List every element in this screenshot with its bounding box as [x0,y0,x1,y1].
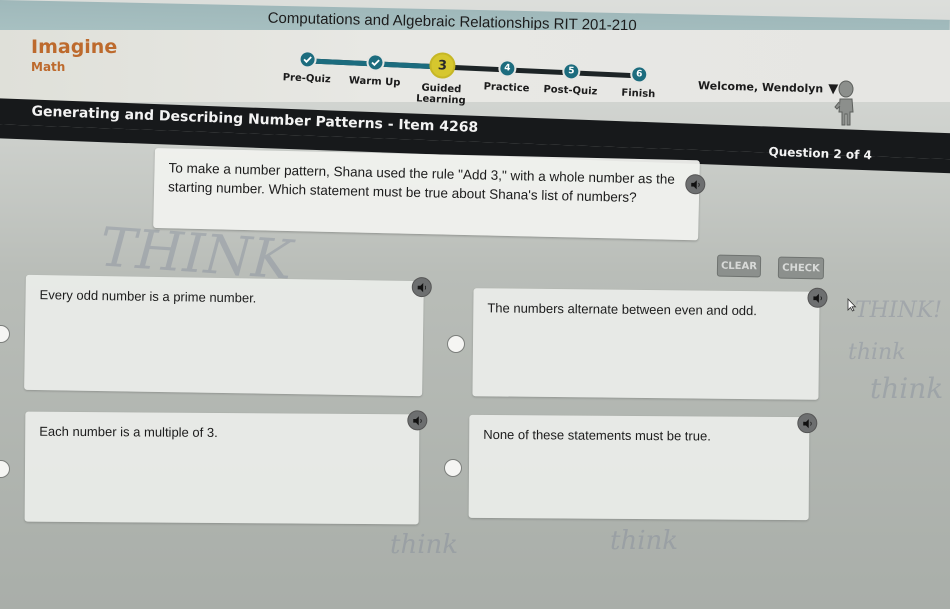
step-number: 3 [428,51,457,80]
question-prompt: To make a number pattern, Shana used the… [153,148,706,241]
background-doodle: THINK! [855,298,943,323]
background-doodle: think [390,530,459,560]
question-text: To make a number pattern, Shana used the… [167,160,675,205]
answer-option-text: Each number is a multiple of 3. [39,423,218,440]
speaker-icon[interactable] [685,174,706,195]
answer-option-4[interactable]: None of these statements must be true. [468,413,818,521]
logo-brand-name: Imagine [31,36,118,58]
logo-product-name: Math [31,60,66,74]
avatar-figure-icon[interactable] [834,80,858,126]
answer-option-text: None of these statements must be true. [483,426,711,444]
step-number: 4 [497,59,517,78]
answer-option-1[interactable]: Every odd number is a prime number. [24,274,432,397]
check-icon [366,53,385,72]
answer-radio-4[interactable] [444,459,462,477]
answer-option-text: The numbers alternate between even and o… [487,300,758,319]
answer-option-text: Every odd number is a prime number. [39,287,257,306]
step-label: Finish [621,87,656,101]
answer-option-2[interactable]: The numbers alternate between even and o… [472,287,828,400]
speaker-icon[interactable] [411,276,432,298]
answer-radio-1[interactable] [0,325,10,343]
mouse-cursor-icon [847,298,857,312]
background-doodle: think [610,526,679,556]
check-icon [298,49,317,69]
speaker-icon[interactable] [797,413,818,434]
step-number: 6 [629,65,649,84]
answer-radio-2[interactable] [447,335,465,353]
background-doodle: think [870,372,944,405]
answer-radio-3[interactable] [0,460,10,478]
answer-option-3[interactable]: Each number is a multiple of 3. [24,410,428,525]
check-button[interactable]: CHECK [777,256,825,280]
speaker-icon[interactable] [407,410,428,431]
welcome-text: Welcome, Wendolyn [697,79,824,96]
step-number: 5 [561,61,581,81]
background-doodle: think [848,340,906,365]
clear-button[interactable]: CLEAR [716,254,762,278]
speaker-icon[interactable] [807,287,828,308]
progress-step-finish: 6 Finish [598,64,679,102]
imagine-math-logo: Imagine Math [31,36,117,74]
